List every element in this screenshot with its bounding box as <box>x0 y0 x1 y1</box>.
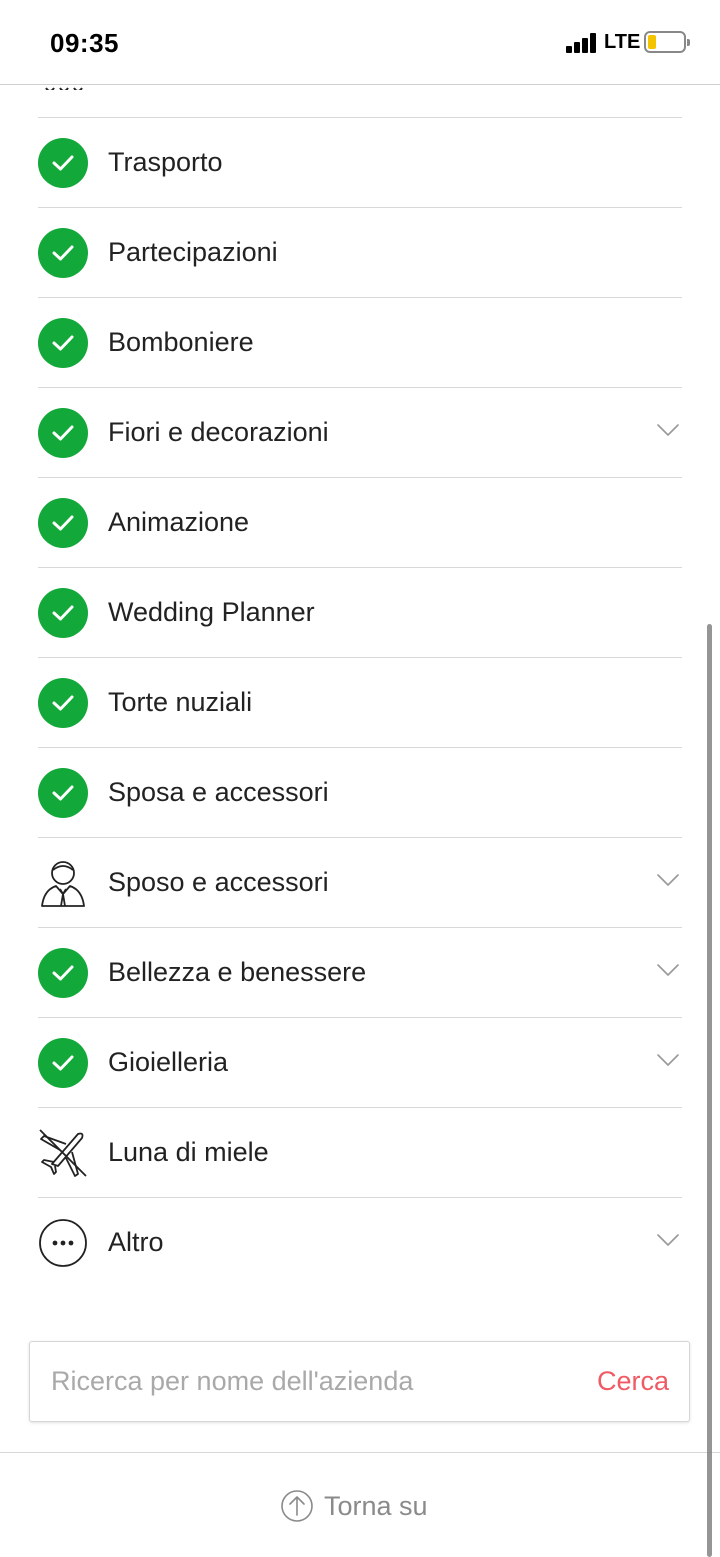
search-button[interactable]: Cerca <box>597 1342 669 1421</box>
category-item-animazione[interactable]: Animazione <box>38 477 682 567</box>
category-item-trasporto[interactable]: Trasporto <box>38 117 682 207</box>
category-label: Luna di miele <box>108 1137 269 1167</box>
category-label: Bomboniere <box>108 327 254 357</box>
chevron-down-icon[interactable] <box>656 1232 680 1248</box>
check-icon <box>38 588 88 638</box>
signal-strength-icon <box>566 33 600 53</box>
check-icon <box>38 408 88 458</box>
back-to-top-label: Torna su <box>324 1490 428 1521</box>
network-type: LTE <box>604 31 641 53</box>
check-icon <box>38 1038 88 1088</box>
category-label: Animazione <box>108 507 250 537</box>
category-label: Altro <box>108 1227 164 1257</box>
scrollbar[interactable] <box>707 624 712 1557</box>
more-icon <box>38 1218 88 1268</box>
category-item-sposa-e-accessori[interactable]: Sposa e accessori <box>38 747 682 837</box>
category-label: Sposa e accessori <box>108 777 329 807</box>
check-icon <box>38 678 88 728</box>
check-icon <box>38 138 88 188</box>
chevron-down-icon[interactable] <box>656 422 680 438</box>
status-time: 09:35 <box>50 28 119 58</box>
category-label: Sposo e accessori <box>108 867 329 897</box>
status-bar: 09:35 LTE <box>0 0 720 85</box>
search-box: Cerca <box>29 1341 690 1422</box>
arrow-up-circle-icon <box>281 1490 313 1522</box>
category-item-wedding-planner[interactable]: Wedding Planner <box>38 567 682 657</box>
chevron-down-icon[interactable] <box>656 1052 680 1068</box>
category-label: Trasporto <box>108 147 223 177</box>
category-item-fiori-e-decorazioni[interactable]: Fiori e decorazioni <box>38 387 682 477</box>
category-item-altro[interactable]: Altro <box>38 1197 682 1287</box>
category-item-gioielleria[interactable]: Gioielleria <box>38 1017 682 1107</box>
category-label: Partecipazioni <box>108 237 278 267</box>
category-label: Torte nuziali <box>108 687 253 717</box>
category-label: Wedding Planner <box>108 597 315 627</box>
category-label: Fiori e decorazioni <box>108 417 329 447</box>
check-icon <box>38 948 88 998</box>
category-label: Gioielleria <box>108 1047 229 1077</box>
chevron-down-icon[interactable] <box>656 872 680 888</box>
category-item-partecipazioni[interactable]: Partecipazioni <box>38 207 682 297</box>
category-item-bomboniere[interactable]: Bomboniere <box>38 297 682 387</box>
search-input[interactable] <box>30 1342 570 1421</box>
screen: 09:35 LTE Trasporto Partecipazioni Bomboni… <box>0 0 720 1557</box>
chevron-down-icon[interactable] <box>656 962 680 978</box>
groom-icon <box>38 858 88 908</box>
category-item-sposo-e-accessori[interactable]: Sposo e accessori <box>38 837 682 927</box>
category-list: Trasporto Partecipazioni Bomboniere Fiori e… <box>38 117 682 1287</box>
battery-level <box>648 35 656 49</box>
check-icon <box>38 768 88 818</box>
footer-divider <box>0 1452 720 1453</box>
check-icon <box>38 228 88 278</box>
back-to-top-button[interactable]: Torna su <box>280 1486 428 1526</box>
check-icon <box>38 318 88 368</box>
category-item-torte-nuziali[interactable]: Torte nuziali <box>38 657 682 747</box>
category-label: Bellezza e benessere <box>108 957 367 987</box>
airplane-icon <box>38 1128 88 1178</box>
category-item-luna-di-miele[interactable]: Luna di miele <box>38 1107 682 1197</box>
check-icon <box>38 498 88 548</box>
battery-icon <box>644 31 690 53</box>
category-item-bellezza-e-benessere[interactable]: Bellezza e benessere <box>38 927 682 1017</box>
